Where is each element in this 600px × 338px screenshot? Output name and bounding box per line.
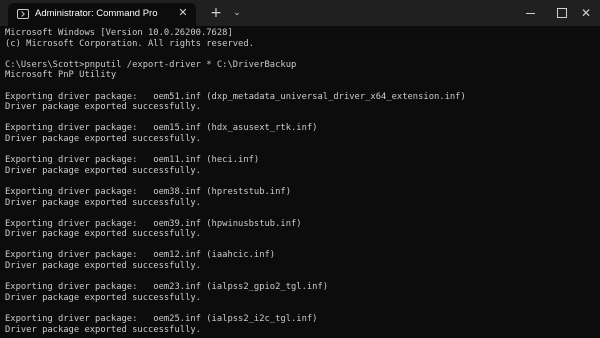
tab-close-button[interactable]: ✕ [176,6,190,20]
console-output[interactable]: Microsoft Windows [Version 10.0.26200.76… [5,28,595,335]
minimize-button[interactable] [516,4,544,22]
title-bar[interactable]: Administrator: Command Pro ✕ + ⌄ ✕ [0,0,600,26]
tab-command-prompt[interactable]: Administrator: Command Pro ✕ [8,3,196,26]
new-tab-button[interactable]: + [205,4,227,22]
console-line: Exporting driver package: oem25.inf (ial… [5,314,318,325]
console-line: Driver package exported successfully. [5,229,201,240]
close-window-button[interactable]: ✕ [572,4,600,22]
console-line: Exporting driver package: oem51.inf (dxp… [5,91,466,102]
console-line: Exporting driver package: oem38.inf (hpr… [5,186,291,197]
console-line: Driver package exported successfully. [5,165,201,176]
console-line: Driver package exported successfully. [5,324,201,335]
console-line: Exporting driver package: oem11.inf (hec… [5,155,260,166]
console-line: Driver package exported successfully. [5,102,201,113]
terminal-window: Administrator: Command Pro ✕ + ⌄ ✕ Micro… [0,0,600,338]
minimize-icon [525,13,535,14]
scrollbar[interactable] [595,30,598,330]
tab-dropdown-button[interactable]: ⌄ [226,4,248,22]
console-line: Exporting driver package: oem12.inf (iaa… [5,250,276,261]
console-line: (c) Microsoft Corporation. All rights re… [5,38,254,49]
terminal-icon [17,9,29,19]
tab-title: Administrator: Command Pro [35,8,158,19]
console-line: Driver package exported successfully. [5,292,201,303]
console-line: Microsoft Windows [Version 10.0.26200.76… [5,28,233,38]
console-line: Driver package exported successfully. [5,261,201,272]
console-line: Driver package exported successfully. [5,197,201,208]
maximize-icon [557,7,567,18]
console-line: Microsoft PnP Utility [5,70,117,81]
console-line: Exporting driver package: oem39.inf (hpw… [5,218,302,229]
console-line: Driver package exported successfully. [5,133,201,144]
console-line: Exporting driver package: oem23.inf (ial… [5,282,329,293]
console-line: C:\Users\Scott>pnputil /export-driver * … [5,59,297,70]
console-line: Exporting driver package: oem15.inf (hdx… [5,123,318,134]
